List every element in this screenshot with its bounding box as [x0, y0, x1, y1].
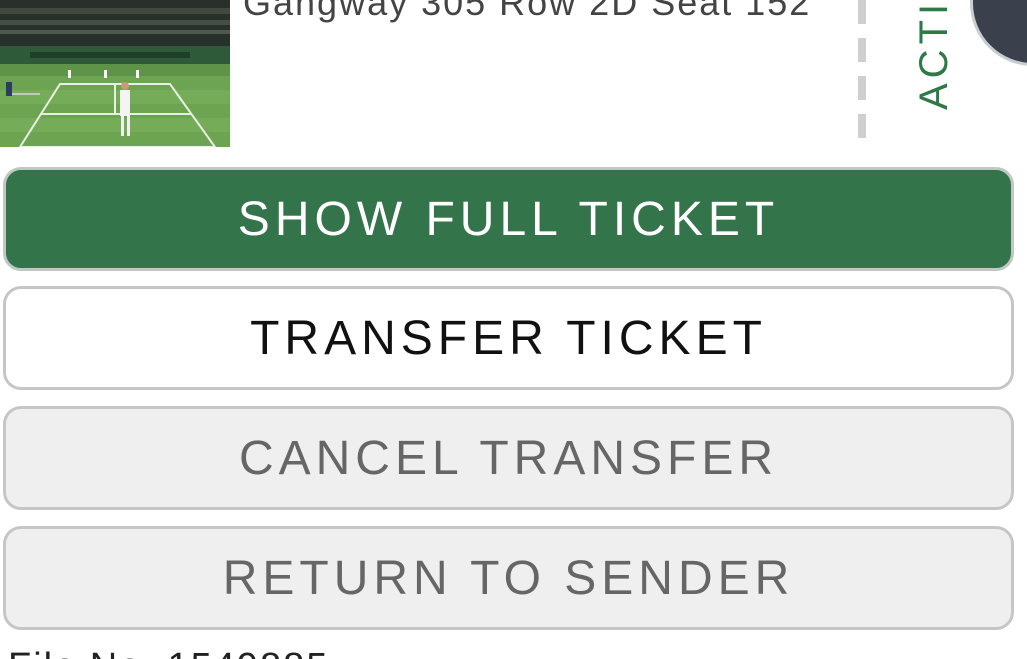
tennis-court-photo: [0, 0, 230, 147]
transfer-ticket-button[interactable]: TRANSFER TICKET: [3, 286, 1014, 390]
profile-badge[interactable]: [970, 0, 1027, 66]
ticket-status-label: ACTIVE: [912, 0, 956, 110]
ticket-screen: Gangway 305 Row 2D Seat 152 ACTIVE SHOW …: [0, 0, 1027, 659]
seat-info: Gangway 305 Row 2D Seat 152: [243, 0, 812, 23]
cancel-transfer-button[interactable]: CANCEL TRANSFER: [3, 406, 1014, 510]
ticket-perforation-divider: [858, 0, 866, 147]
return-to-sender-button[interactable]: RETURN TO SENDER: [3, 526, 1014, 630]
file-number: File No: 1549885: [8, 646, 329, 659]
show-full-ticket-button[interactable]: SHOW FULL TICKET: [3, 167, 1014, 271]
